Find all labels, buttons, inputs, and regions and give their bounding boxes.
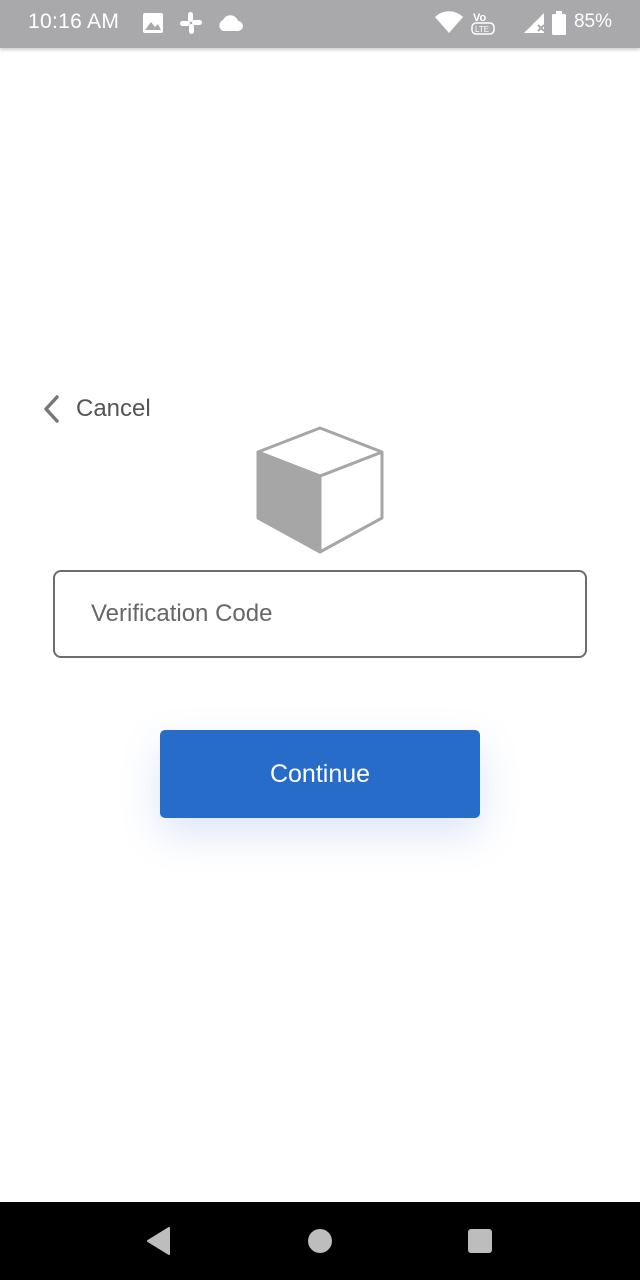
cancel-button[interactable]: Cancel <box>40 392 151 426</box>
slack-icon <box>178 10 204 36</box>
image-icon <box>142 10 164 36</box>
svg-text:LTE: LTE <box>475 25 489 34</box>
chevron-left-icon <box>40 394 62 424</box>
system-nav-bar <box>0 1202 640 1280</box>
verification-code-input[interactable] <box>55 572 585 656</box>
back-icon[interactable] <box>129 1202 189 1280</box>
battery-percent: 85% <box>573 11 612 32</box>
battery-icon <box>552 10 566 36</box>
home-icon[interactable] <box>290 1202 350 1280</box>
cube-logo-icon <box>256 426 384 554</box>
volte-icon: Vo LTE <box>470 10 496 36</box>
verification-code-field[interactable] <box>53 570 587 658</box>
status-time: 10:16 AM <box>28 10 120 33</box>
recents-icon[interactable] <box>450 1202 510 1280</box>
continue-button[interactable]: Continue <box>160 730 480 818</box>
status-bar: 10:16 AM Vo LTE 85% <box>0 0 640 48</box>
signal-icon <box>522 10 548 36</box>
svg-text:Vo: Vo <box>473 12 487 24</box>
cloud-icon <box>216 10 244 36</box>
cancel-label: Cancel <box>76 395 151 422</box>
wifi-icon <box>434 10 464 36</box>
